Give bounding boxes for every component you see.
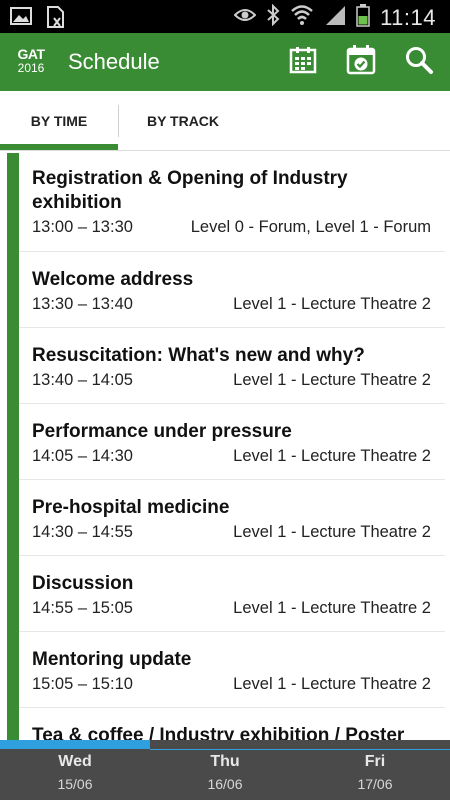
session-list[interactable]: Registration & Opening of Industry exhib… xyxy=(0,151,450,740)
day-tab-thu[interactable]: Thu 16/06 xyxy=(150,749,300,800)
day-date: 16/06 xyxy=(207,776,243,792)
session-item[interactable]: Mentoring update 15:05 – 15:10 Level 1 -… xyxy=(19,632,445,708)
day-tab-wed[interactable]: Wed 15/06 xyxy=(0,749,150,800)
signal-icon xyxy=(324,4,346,31)
status-bar: 11:14 xyxy=(0,0,450,33)
session-time: 14:55 – 15:05 xyxy=(32,599,133,617)
tab-by-time[interactable]: BY TIME xyxy=(0,91,118,151)
tab-by-track[interactable]: BY TRACK xyxy=(119,91,247,151)
session-time: 14:30 – 14:55 xyxy=(32,523,133,541)
day-name: Thu xyxy=(210,753,240,770)
image-icon xyxy=(10,6,32,33)
sim-file-icon xyxy=(46,6,66,33)
session-room: Level 1 - Lecture Theatre 2 xyxy=(233,523,431,541)
day-name: Wed xyxy=(58,753,92,770)
eye-icon xyxy=(233,7,257,28)
day-tab-fri[interactable]: Fri 17/06 xyxy=(300,749,450,800)
session-time: 13:00 – 13:30 xyxy=(32,218,133,236)
my-schedule-button[interactable] xyxy=(344,44,378,81)
session-title: Performance under pressure xyxy=(32,421,292,442)
session-title: Welcome address xyxy=(32,269,194,290)
page-title: Schedule xyxy=(68,49,160,74)
day-name: Fri xyxy=(364,753,386,770)
session-title: Resuscitation: What's new and why? xyxy=(32,345,365,366)
session-title: Pre-hospital medicine xyxy=(32,497,230,518)
session-time: 13:40 – 14:05 xyxy=(32,371,133,389)
status-time: 11:14 xyxy=(380,4,436,30)
session-room: Level 1 - Lecture Theatre 2 xyxy=(233,447,431,465)
session-room: Level 1 - Lecture Theatre 2 xyxy=(233,295,431,313)
session-item[interactable]: Welcome address 13:30 – 13:40 Level 1 - … xyxy=(19,252,445,328)
battery-icon xyxy=(356,3,370,32)
wifi-icon xyxy=(290,4,314,31)
session-item[interactable]: Pre-hospital medicine 14:30 – 14:55 Leve… xyxy=(19,480,445,556)
session-title: Tea & coffee / Industry exhibition / Pos… xyxy=(32,725,405,740)
session-time: 14:05 – 14:30 xyxy=(32,447,133,465)
search-button[interactable] xyxy=(402,45,436,79)
logo-line2: 2016 xyxy=(17,61,45,75)
session-title: Mentoring update xyxy=(32,649,192,670)
session-title: Discussion xyxy=(32,573,134,594)
session-room: Level 1 - Lecture Theatre 2 xyxy=(233,599,431,617)
session-room: Level 1 - Lecture Theatre 2 xyxy=(233,675,431,693)
session-title: Registration & Opening of Industry exhib… xyxy=(32,168,348,213)
selected-day-indicator xyxy=(0,740,150,749)
day-selector: Wed 15/06 Thu 16/06 Fri 17/06 xyxy=(0,740,450,800)
calendar-grid-icon xyxy=(288,45,318,80)
bluetooth-icon xyxy=(266,3,280,31)
app-bar: GAT 2016 Schedule xyxy=(0,33,450,91)
view-tabs: BY TIME BY TRACK xyxy=(0,91,450,151)
app-logo: GAT 2016 xyxy=(16,47,46,77)
selected-tab-indicator xyxy=(0,144,118,150)
list-accent-bar xyxy=(7,153,19,740)
session-item[interactable]: Resuscitation: What's new and why? 13:40… xyxy=(19,328,445,404)
session-item[interactable]: Tea & coffee / Industry exhibition / Pos… xyxy=(19,708,445,740)
session-time: 15:05 – 15:10 xyxy=(32,675,133,693)
session-time: 13:30 – 13:40 xyxy=(32,295,133,313)
session-room: Level 1 - Lecture Theatre 2 xyxy=(233,371,431,389)
day-date: 17/06 xyxy=(357,776,393,792)
session-room: Level 0 - Forum, Level 1 - Forum xyxy=(190,218,431,236)
day-date: 15/06 xyxy=(57,776,93,792)
session-item[interactable]: Registration & Opening of Industry exhib… xyxy=(19,151,445,252)
search-icon xyxy=(404,45,434,80)
session-item[interactable]: Discussion 14:55 – 15:05 Level 1 - Lectu… xyxy=(19,556,445,632)
calendar-grid-button[interactable] xyxy=(286,45,320,79)
session-item[interactable]: Performance under pressure 14:05 – 14:30… xyxy=(19,404,445,480)
logo-line1: GAT xyxy=(17,46,45,62)
calendar-check-icon xyxy=(345,44,377,81)
